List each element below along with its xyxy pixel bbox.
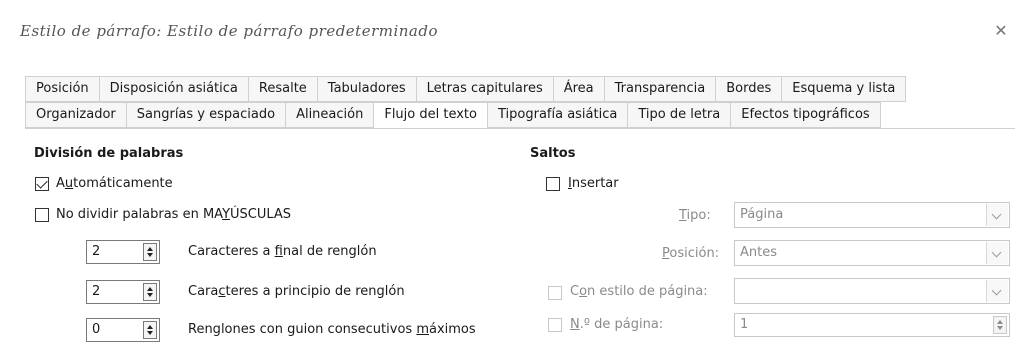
hyphenation-heading: División de palabras [34, 146, 184, 161]
tab-sangrias-y-espaciado[interactable]: Sangrías y espaciado [125, 102, 286, 128]
page-style-combobox[interactable] [734, 278, 1010, 304]
tab-esquema-y-lista[interactable]: Esquema y lista [781, 76, 907, 102]
spin-arrows-icon[interactable] [143, 321, 157, 339]
max-hyphens-value: 0 [92, 322, 101, 337]
automatic-label[interactable]: Automáticamente [56, 176, 173, 191]
tab-tipografia-asiatica[interactable]: Tipografía asiática [486, 102, 628, 128]
tab-transparencia[interactable]: Transparencia [603, 76, 716, 102]
type-combobox[interactable]: Página [734, 202, 1010, 228]
tab-tipo-de-letra[interactable]: Tipo de letra [627, 102, 731, 128]
tab-panel-border [25, 128, 1015, 129]
tab-tabuladores[interactable]: Tabuladores [316, 76, 416, 102]
start-chars-spinbox[interactable]: 2 [86, 280, 160, 304]
tab-bordes[interactable]: Bordes [715, 76, 782, 102]
tab-resalte[interactable]: Resalte [247, 76, 317, 102]
start-chars-value: 2 [92, 284, 101, 299]
tab-alineacion[interactable]: Alineación [285, 102, 374, 128]
tab-disposicion-asiatica[interactable]: Disposición asiática [98, 76, 248, 102]
no-caps-checkbox[interactable] [35, 208, 49, 222]
max-hyphens-label: Renglones con guion consecutivos máximos [188, 322, 476, 337]
tab-efectos-tipograficos[interactable]: Efectos tipográficos [730, 102, 881, 128]
type-value: Página [740, 207, 784, 222]
end-chars-spinbox[interactable]: 2 [86, 240, 160, 264]
tab-posicion[interactable]: Posición [25, 76, 99, 102]
chevron-down-icon[interactable] [986, 242, 1008, 264]
page-number-spinbox[interactable]: 1 [734, 313, 1010, 337]
page-style-checkbox[interactable] [548, 286, 562, 300]
dialog-title: Estilo de párrafo: Estilo de párrafo pre… [20, 22, 439, 40]
tab-row-1: Posición Disposición asiática Resalte Tabul… [25, 76, 907, 102]
page-style-label[interactable]: Con estilo de página: [570, 284, 708, 299]
max-hyphens-spinbox[interactable]: 0 [86, 318, 160, 342]
chevron-down-icon[interactable] [986, 280, 1008, 302]
end-chars-label: Caracteres a final de renglón [188, 244, 377, 259]
start-chars-label: Caracteres a principio de renglón [188, 284, 405, 299]
tab-area[interactable]: Área [552, 76, 604, 102]
close-icon[interactable]: ✕ [991, 22, 1011, 42]
type-label: Tipo: [679, 208, 711, 223]
tab-organizador[interactable]: Organizador [25, 102, 126, 128]
position-value: Antes [740, 245, 778, 260]
breaks-heading: Saltos [530, 146, 576, 161]
position-combobox[interactable]: Antes [734, 240, 1010, 266]
insert-checkbox[interactable] [546, 177, 560, 191]
tab-letras-capitulares[interactable]: Letras capitulares [415, 76, 553, 102]
insert-label[interactable]: Insertar [568, 176, 619, 191]
tab-flujo-del-texto[interactable]: Flujo del texto [373, 102, 487, 129]
page-number-checkbox[interactable] [548, 318, 562, 332]
spin-arrows-icon[interactable] [993, 316, 1007, 334]
no-caps-label[interactable]: No dividir palabras en MAYÚSCULAS [56, 207, 291, 222]
automatic-checkbox[interactable] [35, 177, 49, 191]
spin-arrows-icon[interactable] [143, 283, 157, 301]
chevron-down-icon[interactable] [986, 204, 1008, 226]
page-number-label[interactable]: N.º de página: [570, 317, 663, 332]
title-bar: Estilo de párrafo: Estilo de párrafo pre… [0, 0, 1019, 52]
page-number-value: 1 [740, 317, 749, 332]
tab-row-2: Organizador Sangrías y espaciado Alineació… [25, 102, 881, 129]
end-chars-value: 2 [92, 244, 101, 259]
position-label: Posición: [662, 246, 720, 261]
spin-arrows-icon[interactable] [143, 243, 157, 261]
